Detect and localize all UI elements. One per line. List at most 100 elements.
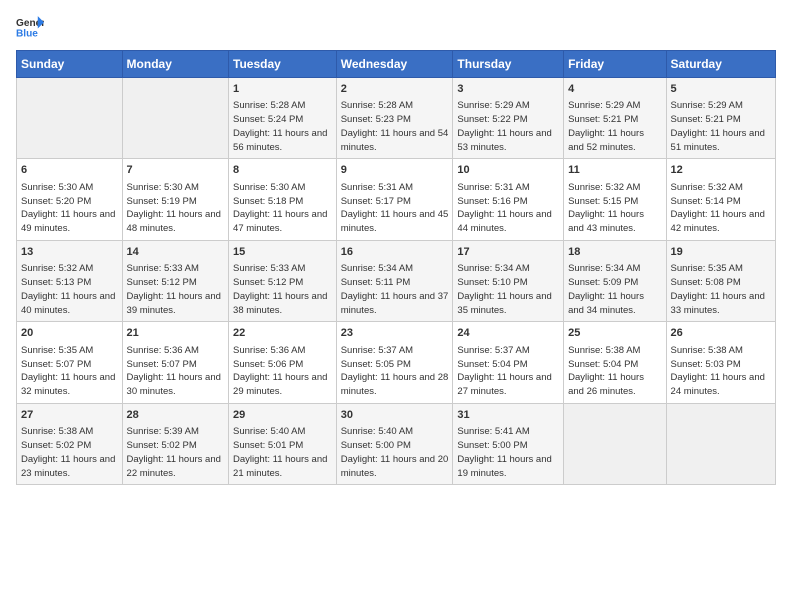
header-day: Sunday (17, 51, 123, 78)
day-content: Sunrise: 5:40 AMSunset: 5:00 PMDaylight:… (341, 425, 449, 480)
day-content: Sunrise: 5:39 AMSunset: 5:02 PMDaylight:… (127, 425, 225, 480)
day-number: 2 (341, 82, 449, 97)
day-number: 10 (457, 163, 559, 178)
calendar-cell (17, 78, 123, 159)
calendar-cell: 15 Sunrise: 5:33 AMSunset: 5:12 PMDayligh… (229, 240, 337, 321)
calendar-cell: 3 Sunrise: 5:29 AMSunset: 5:22 PMDaylight… (453, 78, 564, 159)
day-number: 4 (568, 82, 661, 97)
calendar-cell: 10 Sunrise: 5:31 AMSunset: 5:16 PMDayligh… (453, 159, 564, 240)
day-content: Sunrise: 5:31 AMSunset: 5:17 PMDaylight:… (341, 181, 449, 236)
logo-icon: General Blue (16, 16, 44, 38)
day-number: 9 (341, 163, 449, 178)
day-content: Sunrise: 5:29 AMSunset: 5:22 PMDaylight:… (457, 99, 559, 154)
calendar-cell: 27 Sunrise: 5:38 AMSunset: 5:02 PMDayligh… (17, 403, 123, 484)
day-number: 11 (568, 163, 661, 178)
day-content: Sunrise: 5:38 AMSunset: 5:02 PMDaylight:… (21, 425, 118, 480)
day-content: Sunrise: 5:30 AMSunset: 5:20 PMDaylight:… (21, 181, 118, 236)
calendar-cell: 12 Sunrise: 5:32 AMSunset: 5:14 PMDayligh… (666, 159, 775, 240)
day-number: 1 (233, 82, 332, 97)
calendar-cell: 1 Sunrise: 5:28 AMSunset: 5:24 PMDaylight… (229, 78, 337, 159)
calendar-row: 13 Sunrise: 5:32 AMSunset: 5:13 PMDayligh… (17, 240, 776, 321)
day-number: 6 (21, 163, 118, 178)
header-day: Tuesday (229, 51, 337, 78)
day-number: 26 (671, 326, 771, 341)
day-content: Sunrise: 5:34 AMSunset: 5:10 PMDaylight:… (457, 262, 559, 317)
day-number: 16 (341, 245, 449, 260)
day-number: 18 (568, 245, 661, 260)
calendar-cell: 14Sunrise: 5:33 AMSunset: 5:12 PMDayligh… (122, 240, 229, 321)
calendar-row: 1 Sunrise: 5:28 AMSunset: 5:24 PMDaylight… (17, 78, 776, 159)
day-number: 15 (233, 245, 332, 260)
header-day: Wednesday (336, 51, 453, 78)
calendar-cell: 17 Sunrise: 5:34 AMSunset: 5:10 PMDayligh… (453, 240, 564, 321)
day-content: Sunrise: 5:28 AMSunset: 5:23 PMDaylight:… (341, 99, 449, 154)
day-content: Sunrise: 5:37 AMSunset: 5:04 PMDaylight:… (457, 344, 559, 399)
day-content: Sunrise: 5:34 AMSunset: 5:11 PMDaylight:… (341, 262, 449, 317)
day-content: Sunrise: 5:29 AMSunset: 5:21 PMDaylight:… (568, 99, 661, 154)
calendar-table: SundayMondayTuesdayWednesdayThursdayFrid… (16, 50, 776, 485)
day-number: 14 (127, 245, 225, 260)
day-content: Sunrise: 5:41 AMSunset: 5:00 PMDaylight:… (457, 425, 559, 480)
day-content: Sunrise: 5:33 AMSunset: 5:12 PMDaylight:… (233, 262, 332, 317)
calendar-cell: 24 Sunrise: 5:37 AMSunset: 5:04 PMDayligh… (453, 322, 564, 403)
day-number: 5 (671, 82, 771, 97)
day-content: Sunrise: 5:37 AMSunset: 5:05 PMDaylight:… (341, 344, 449, 399)
calendar-row: 27 Sunrise: 5:38 AMSunset: 5:02 PMDayligh… (17, 403, 776, 484)
day-content: Sunrise: 5:28 AMSunset: 5:24 PMDaylight:… (233, 99, 332, 154)
calendar-cell: 23 Sunrise: 5:37 AMSunset: 5:05 PMDayligh… (336, 322, 453, 403)
day-number: 23 (341, 326, 449, 341)
day-content: Sunrise: 5:32 AMSunset: 5:15 PMDaylight:… (568, 181, 661, 236)
day-number: 29 (233, 408, 332, 423)
header-day: Friday (564, 51, 666, 78)
calendar-cell: 21Sunrise: 5:36 AMSunset: 5:07 PMDayligh… (122, 322, 229, 403)
day-content: Sunrise: 5:36 AMSunset: 5:06 PMDaylight:… (233, 344, 332, 399)
calendar-cell: 8 Sunrise: 5:30 AMSunset: 5:18 PMDaylight… (229, 159, 337, 240)
calendar-cell: 26Sunrise: 5:38 AMSunset: 5:03 PMDayligh… (666, 322, 775, 403)
day-number: 19 (671, 245, 771, 260)
calendar-cell: 22Sunrise: 5:36 AMSunset: 5:06 PMDayligh… (229, 322, 337, 403)
day-content: Sunrise: 5:35 AMSunset: 5:08 PMDaylight:… (671, 262, 771, 317)
calendar-cell: 7Sunrise: 5:30 AMSunset: 5:19 PMDaylight… (122, 159, 229, 240)
calendar-cell: 4 Sunrise: 5:29 AMSunset: 5:21 PMDaylight… (564, 78, 666, 159)
day-number: 21 (127, 326, 225, 341)
calendar-cell: 18 Sunrise: 5:34 AMSunset: 5:09 PMDayligh… (564, 240, 666, 321)
calendar-cell: 20Sunrise: 5:35 AMSunset: 5:07 PMDayligh… (17, 322, 123, 403)
calendar-cell: 6 Sunrise: 5:30 AMSunset: 5:20 PMDaylight… (17, 159, 123, 240)
calendar-cell: 9 Sunrise: 5:31 AMSunset: 5:17 PMDaylight… (336, 159, 453, 240)
day-content: Sunrise: 5:32 AMSunset: 5:13 PMDaylight:… (21, 262, 118, 317)
page-header: General Blue (16, 16, 776, 38)
day-content: Sunrise: 5:32 AMSunset: 5:14 PMDaylight:… (671, 181, 771, 236)
day-number: 28 (127, 408, 225, 423)
day-number: 17 (457, 245, 559, 260)
day-number: 27 (21, 408, 118, 423)
calendar-row: 20Sunrise: 5:35 AMSunset: 5:07 PMDayligh… (17, 322, 776, 403)
day-content: Sunrise: 5:34 AMSunset: 5:09 PMDaylight:… (568, 262, 661, 317)
day-number: 12 (671, 163, 771, 178)
day-number: 8 (233, 163, 332, 178)
logo: General Blue (16, 16, 48, 38)
header-day: Saturday (666, 51, 775, 78)
calendar-cell: 2 Sunrise: 5:28 AMSunset: 5:23 PMDaylight… (336, 78, 453, 159)
day-number: 30 (341, 408, 449, 423)
day-number: 7 (127, 163, 225, 178)
calendar-cell (666, 403, 775, 484)
header-day: Thursday (453, 51, 564, 78)
day-content: Sunrise: 5:31 AMSunset: 5:16 PMDaylight:… (457, 181, 559, 236)
calendar-cell: 30 Sunrise: 5:40 AMSunset: 5:00 PMDayligh… (336, 403, 453, 484)
day-number: 25 (568, 326, 661, 341)
calendar-cell: 11 Sunrise: 5:32 AMSunset: 5:15 PMDayligh… (564, 159, 666, 240)
calendar-cell: 5Sunrise: 5:29 AMSunset: 5:21 PMDaylight… (666, 78, 775, 159)
day-number: 24 (457, 326, 559, 341)
calendar-cell: 19 Sunrise: 5:35 AMSunset: 5:08 PMDayligh… (666, 240, 775, 321)
day-number: 3 (457, 82, 559, 97)
header-day: Monday (122, 51, 229, 78)
day-content: Sunrise: 5:38 AMSunset: 5:04 PMDaylight:… (568, 344, 661, 399)
calendar-cell (564, 403, 666, 484)
calendar-cell (122, 78, 229, 159)
day-number: 13 (21, 245, 118, 260)
calendar-cell: 16 Sunrise: 5:34 AMSunset: 5:11 PMDayligh… (336, 240, 453, 321)
day-content: Sunrise: 5:30 AMSunset: 5:18 PMDaylight:… (233, 181, 332, 236)
calendar-cell: 28 Sunrise: 5:39 AMSunset: 5:02 PMDayligh… (122, 403, 229, 484)
calendar-row: 6 Sunrise: 5:30 AMSunset: 5:20 PMDaylight… (17, 159, 776, 240)
svg-text:Blue: Blue (16, 28, 38, 38)
